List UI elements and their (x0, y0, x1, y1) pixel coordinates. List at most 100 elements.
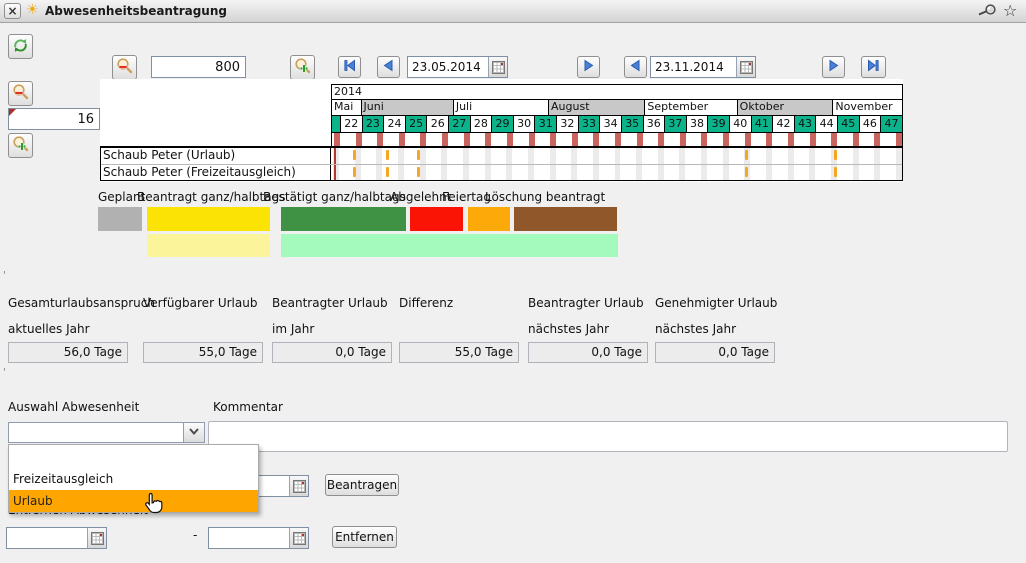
weekend-band (441, 148, 447, 164)
row-height-value: 16 (77, 112, 94, 127)
zoom-out-width-button[interactable] (112, 55, 137, 80)
stray-mark: ' (3, 367, 6, 378)
week-cell-40: 40 (729, 116, 751, 132)
comment-input[interactable] (208, 421, 1008, 452)
weekend-band (636, 165, 642, 181)
zoom-in-width-button[interactable] (290, 55, 315, 80)
weekend-band (398, 165, 404, 181)
pin-icon[interactable] (977, 2, 999, 18)
nav-next-end-button[interactable] (822, 56, 845, 78)
gantt-rows: Schaub Peter (Urlaub)Schaub Peter (Freiz… (100, 146, 903, 181)
start-date-input[interactable]: 23.05.2014 (407, 56, 508, 78)
weekend-stripe (831, 133, 837, 146)
combobox-dropdown-button[interactable] (183, 423, 204, 442)
nav-last-button[interactable] (861, 56, 886, 78)
weekend-band (571, 148, 577, 164)
dropdown-option-freizeitausgleich[interactable]: Freizeitausgleich (9, 468, 258, 490)
entfernen-button[interactable]: Entfernen (332, 526, 397, 548)
window-title: Abwesenheitsbeantragung (45, 4, 227, 18)
close-button[interactable]: × (4, 3, 21, 19)
nav-first-button[interactable] (338, 56, 361, 78)
weekend-stripe (399, 133, 405, 146)
summary-field: Differenz55,0 Tage (399, 296, 519, 366)
week-row: 2223242526272829303132333435363738394041… (332, 116, 902, 133)
zoom-in-rowheight-button[interactable] (8, 133, 33, 158)
chart-width-input[interactable]: 800 (151, 56, 246, 78)
week-cell-33: 33 (578, 116, 600, 132)
weekend-stripe (356, 133, 362, 146)
holiday-mark (353, 167, 356, 177)
holiday-mark (353, 150, 356, 160)
row-height-input[interactable]: 16 (8, 108, 100, 130)
week-cell-24: 24 (383, 116, 405, 132)
weekend-band (679, 148, 685, 164)
gantt-row-timeline[interactable] (331, 148, 902, 164)
month-juni: Juni (361, 100, 453, 115)
sun-icon: ☀ (26, 2, 39, 18)
weekend-band (809, 148, 815, 164)
weekend-band (593, 165, 599, 181)
star-icon[interactable]: ☆ (1003, 1, 1017, 20)
calendar-picker-button[interactable] (289, 528, 308, 548)
gantt-row: Schaub Peter (Urlaub) (101, 148, 902, 164)
calendar-picker-button[interactable] (488, 57, 507, 77)
dropdown-option-blank[interactable] (9, 445, 258, 468)
weekend-band (463, 165, 469, 181)
weekend-band (723, 148, 729, 164)
absence-type-combobox[interactable] (8, 422, 205, 443)
weekend-stripe (874, 133, 880, 146)
weekend-band (441, 165, 447, 181)
zoom-out-rowheight-button[interactable] (8, 81, 33, 106)
week-cell-23: 23 (362, 116, 384, 132)
start-date-value: 23.05.2014 (408, 57, 488, 77)
weekend-band (809, 165, 815, 181)
chevron-down-icon (187, 424, 201, 441)
remove-to-date-input[interactable] (208, 527, 309, 549)
weekend-band (506, 148, 512, 164)
nav-prev-end-button[interactable] (624, 56, 647, 78)
combobox-value (9, 423, 183, 442)
month-september: September (644, 100, 736, 115)
range-start-line (334, 148, 336, 164)
week-cell-36: 36 (643, 116, 665, 132)
end-date-input[interactable]: 23.11.2014 (650, 56, 756, 78)
calendar-picker-button[interactable] (87, 528, 106, 548)
week-cell-38: 38 (686, 116, 708, 132)
nav-prev-start-button[interactable] (377, 56, 400, 78)
stray-mark: ' (3, 270, 6, 281)
remove-to-date-value (209, 528, 289, 548)
nav-next-start-button[interactable] (577, 56, 600, 78)
weekend-band (896, 148, 902, 164)
hand-cursor-icon (143, 492, 163, 519)
week-cell-35: 35 (621, 116, 643, 132)
weekend-band (376, 165, 382, 181)
month-juli: Juli (453, 100, 548, 115)
calendar-icon (492, 61, 505, 74)
weekend-band (615, 165, 621, 181)
legend-swatch-abgelehnt (410, 207, 463, 231)
beantragen-button[interactable]: Beantragen (325, 474, 399, 496)
weekend-stripe (658, 133, 664, 146)
weekend-band (420, 148, 426, 164)
weekend-band (788, 148, 794, 164)
remove-from-date-input[interactable] (6, 527, 107, 549)
weekend-band (571, 165, 577, 181)
weekend-band (376, 148, 382, 164)
summary-label-line1: Beantragter Urlaub (272, 296, 388, 310)
app-window: × ☀ Abwesenheitsbeantragung ☆ 800 16 23.… (0, 0, 1026, 563)
summary-label-line1: Genehmigter Urlaub (655, 296, 777, 310)
week-cell-45: 45 (837, 116, 859, 132)
week-cell-32: 32 (556, 116, 578, 132)
refresh-button[interactable] (8, 34, 33, 59)
calendar-icon (740, 61, 753, 74)
legend-swatch-bestaetigt-ganz (281, 207, 406, 231)
weekend-band (766, 165, 772, 181)
summary-label-line1: Verfügbarer Urlaub (143, 296, 257, 310)
weekend-band (658, 165, 664, 181)
calendar-picker-button[interactable] (736, 57, 755, 77)
arrow-left-icon (382, 59, 395, 75)
gantt-row-timeline[interactable] (331, 165, 902, 181)
dropdown-option-urlaub[interactable]: Urlaub (9, 490, 258, 512)
calendar-picker-button[interactable] (289, 476, 308, 496)
summary-value: 55,0 Tage (143, 342, 263, 363)
